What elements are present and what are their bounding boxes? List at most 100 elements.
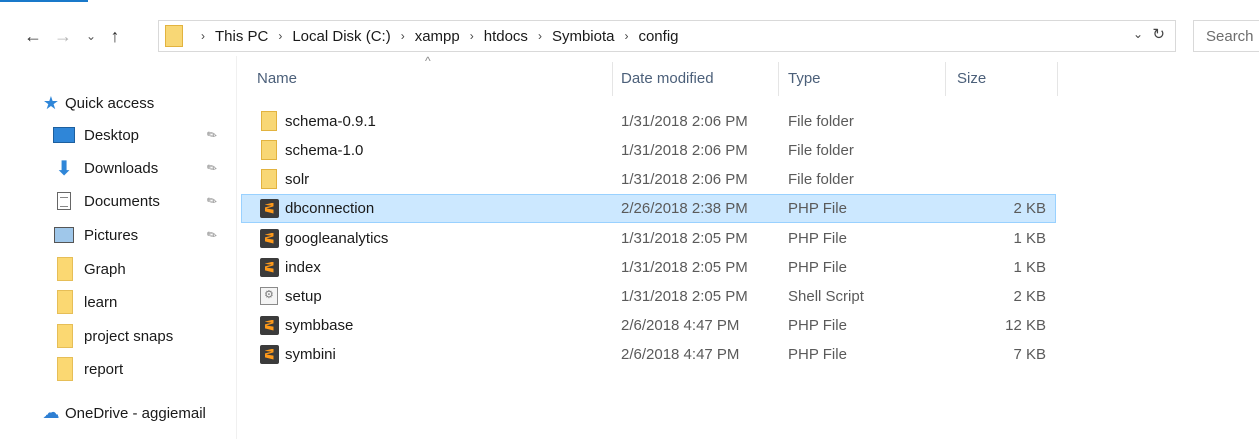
script-icon (259, 286, 279, 306)
sidebar-item-label: project snaps (84, 327, 174, 345)
sidebar-item-label: Downloads (84, 159, 159, 177)
file-size: 1 KB (1013, 259, 1046, 276)
php-file-icon (259, 344, 279, 364)
breadcrumb-config[interactable]: config (638, 28, 678, 45)
file-row[interactable]: setup 1/31/2018 2:05 PM Shell Script 2 K… (241, 282, 1056, 311)
sidebar-item-pictures[interactable]: Pictures ✎ (0, 220, 236, 250)
pin-icon[interactable]: ✎ (204, 226, 220, 243)
column-header-label: Name (257, 69, 298, 87)
breadcrumb-separator-icon[interactable]: › (470, 29, 474, 43)
file-date: 1/31/2018 2:05 PM (621, 230, 748, 247)
file-row[interactable]: schema-1.0 1/31/2018 2:06 PM File folder (241, 136, 1056, 165)
breadcrumb-local-disk[interactable]: Local Disk (C:) (292, 28, 390, 45)
file-date: 1/31/2018 2:06 PM (621, 113, 748, 130)
sidebar-item-report[interactable]: report (0, 354, 236, 384)
sidebar-item-graph[interactable]: Graph (0, 254, 236, 284)
breadcrumb-separator-icon[interactable]: › (538, 29, 542, 43)
folder-icon (259, 169, 279, 189)
column-header-type[interactable]: Type (788, 58, 938, 98)
file-name: dbconnection (285, 200, 375, 217)
breadcrumb-htdocs[interactable]: htdocs (484, 28, 528, 45)
file-date: 1/31/2018 2:05 PM (621, 259, 748, 276)
sidebar-item-label: Quick access (65, 94, 155, 112)
sidebar-item-label: learn (84, 293, 118, 311)
back-arrow-icon: ← (24, 25, 42, 46)
file-type: PHP File (788, 259, 847, 276)
sidebar-item-learn[interactable]: learn (0, 287, 236, 317)
php-file-icon (259, 315, 279, 335)
sidebar-item-quick-access[interactable]: ★ Quick access (0, 88, 236, 118)
desktop-icon (53, 124, 75, 146)
search-input[interactable]: Search (1193, 20, 1259, 52)
folder-icon (165, 25, 187, 47)
file-row[interactable]: symbbase 2/6/2018 4:47 PM PHP File 12 KB (241, 311, 1056, 340)
back-button[interactable]: ← (22, 18, 44, 54)
pane-divider[interactable] (236, 56, 237, 439)
file-type: PHP File (788, 200, 847, 217)
sidebar-item-label: report (84, 360, 124, 378)
file-date: 2/26/2018 2:38 PM (621, 200, 748, 217)
sidebar-item-label: OneDrive - aggiemail (65, 404, 206, 422)
breadcrumb-symbiota[interactable]: Symbiota (552, 28, 615, 45)
sidebar-item-label: Documents (84, 192, 160, 210)
file-type: Shell Script (788, 288, 864, 305)
file-size: 7 KB (1013, 346, 1046, 363)
pictures-icon (53, 224, 75, 246)
file-row[interactable]: index 1/31/2018 2:05 PM PHP File 1 KB (241, 253, 1056, 282)
ribbon-tab-accent (0, 0, 88, 2)
php-file-icon (259, 198, 279, 218)
column-header-label: Size (957, 69, 987, 87)
file-row[interactable]: googleanalytics 1/31/2018 2:05 PM PHP Fi… (241, 224, 1056, 253)
breadcrumb-this-pc[interactable]: This PC (215, 28, 268, 45)
column-header-date-modified[interactable]: Date modified (621, 58, 781, 98)
up-button[interactable]: ↑ (104, 18, 126, 54)
column-divider[interactable] (778, 62, 779, 96)
sidebar-item-documents[interactable]: Documents ✎ (0, 186, 236, 216)
downloads-icon: ⬇ (55, 157, 73, 180)
column-divider[interactable] (612, 62, 613, 96)
column-header-size[interactable]: Size (957, 58, 1052, 98)
breadcrumb-separator-icon[interactable]: › (278, 29, 282, 43)
folder-icon (53, 357, 75, 381)
file-row[interactable]: schema-0.9.1 1/31/2018 2:06 PM File fold… (241, 107, 1056, 136)
folder-icon (53, 257, 75, 281)
column-header-name[interactable]: Name (257, 58, 609, 98)
sidebar-item-label: Pictures (84, 226, 139, 244)
forward-arrow-icon: → (54, 25, 72, 46)
star-icon: ★ (42, 92, 60, 113)
file-name: symbini (285, 346, 336, 363)
file-date: 2/6/2018 4:47 PM (621, 346, 740, 363)
file-type: File folder (788, 171, 854, 188)
breadcrumb-separator-icon[interactable]: › (624, 29, 628, 43)
folder-icon (259, 111, 279, 131)
sidebar-item-desktop[interactable]: Desktop ✎ (0, 120, 236, 150)
pin-icon[interactable]: ✎ (204, 159, 220, 176)
file-name: setup (285, 288, 322, 305)
folder-icon (53, 324, 75, 348)
column-divider[interactable] (945, 62, 946, 96)
file-type: PHP File (788, 346, 847, 363)
sidebar-item-onedrive[interactable]: ☁ OneDrive - aggiemail (0, 398, 236, 428)
folder-icon (259, 140, 279, 160)
refresh-icon[interactable]: ↻ (1152, 25, 1165, 43)
breadcrumb-xampp[interactable]: xampp (415, 28, 460, 45)
sidebar-item-label: Desktop (84, 126, 140, 144)
file-row-selected[interactable]: dbconnection 2/26/2018 2:38 PM PHP File … (241, 194, 1056, 223)
address-bar[interactable]: › This PC › Local Disk (C:) › xampp › ht… (158, 20, 1176, 52)
column-divider[interactable] (1057, 62, 1058, 96)
address-dropdown-icon[interactable]: ⌄ (1133, 27, 1143, 41)
file-row[interactable]: solr 1/31/2018 2:06 PM File folder (241, 165, 1056, 194)
up-arrow-icon: ↑ (110, 25, 120, 46)
sidebar-item-downloads[interactable]: ⬇ Downloads ✎ (0, 153, 236, 183)
search-placeholder: Search (1206, 27, 1254, 45)
file-row[interactable]: symbini 2/6/2018 4:47 PM PHP File 7 KB (241, 340, 1056, 369)
pin-icon[interactable]: ✎ (204, 192, 220, 209)
column-header-label: Date modified (621, 69, 714, 87)
php-file-icon (259, 257, 279, 277)
breadcrumb-separator-icon[interactable]: › (401, 29, 405, 43)
pin-icon[interactable]: ✎ (204, 126, 220, 143)
sidebar-item-project-snaps[interactable]: project snaps (0, 321, 236, 351)
recent-locations-button[interactable]: ⌄ (80, 18, 102, 54)
forward-button[interactable]: → (52, 18, 74, 54)
file-date: 1/31/2018 2:05 PM (621, 288, 748, 305)
